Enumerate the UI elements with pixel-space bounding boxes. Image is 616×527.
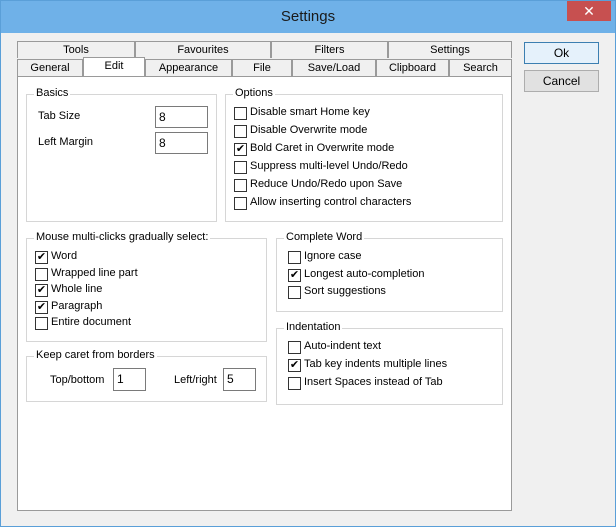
checkmark-icon: ✔ [36,300,47,313]
basics-title: Basics [34,87,71,99]
checkmark-icon: ✔ [36,251,47,263]
checkmark-icon: ✔ [36,284,47,296]
longest-auto-completion-label[interactable]: Longest auto-completion [304,268,424,280]
ok-button[interactable]: Ok [524,42,599,64]
auto-indent-text-label[interactable]: Auto-indent text [304,340,381,352]
left-right-label: Left/right [174,374,217,386]
tab-tools[interactable]: Tools [17,41,135,58]
window-title: Settings [280,8,336,25]
tab-label: Edit [104,60,124,72]
paragraph-checkbox[interactable]: ✔ [35,300,48,314]
options-title: Options [233,87,275,99]
entire-document-checkbox[interactable] [35,317,48,330]
sort-suggestions-label[interactable]: Sort suggestions [304,285,386,297]
suppress-multi-level-undo-redo-label[interactable]: Suppress multi-level Undo/Redo [250,160,408,172]
edit-tab-page: Basics Tab Size 8 Left Margin 8 Options … [17,76,512,511]
bold-caret-in-overwrite-mode-checkbox[interactable]: ✔ [234,143,247,156]
paragraph-label[interactable]: Paragraph [51,300,102,312]
tab-label: Search [463,62,498,74]
word-label[interactable]: Word [51,250,77,262]
close-icon: ✕ [583,3,595,19]
wrapped-line-part-label[interactable]: Wrapped line part [51,267,138,279]
whole-line-checkbox[interactable]: ✔ [35,284,48,297]
cancel-button[interactable]: Cancel [524,70,599,92]
tab-label: Appearance [158,62,219,74]
tab-file[interactable]: File [232,59,292,76]
checkmark-icon: ✔ [289,268,300,281]
tab-clipboard[interactable]: Clipboard [376,59,449,76]
reduce-undo-redo-upon-save-checkbox[interactable] [234,179,247,192]
tab-label: File [253,62,271,74]
sort-suggestions-checkbox[interactable] [288,286,301,299]
tab-size-input[interactable]: 8 [155,106,208,128]
tab-label: Settings [430,44,470,56]
indentation-group: Indentation Auto-indent text ✔ Tab key ind… [276,321,503,405]
tab-label: Tools [63,44,89,56]
tab-appearance[interactable]: Appearance [145,59,232,76]
tab-settings[interactable]: Settings [388,41,512,58]
tab-label: Favourites [177,44,229,56]
tab-key-indents-multiple-lines-checkbox[interactable]: ✔ [288,359,301,372]
caret-title: Keep caret from borders [34,349,157,361]
ignore-case-checkbox[interactable] [288,251,301,264]
complete-word-title: Complete Word [284,231,365,243]
top-bottom-input[interactable]: 1 [113,368,146,391]
auto-indent-text-checkbox[interactable] [288,341,301,354]
tab-search[interactable]: Search [449,59,512,76]
reduce-undo-redo-upon-save-label[interactable]: Reduce Undo/Redo upon Save [250,178,402,190]
close-button[interactable]: ✕ [567,1,611,21]
wrapped-line-part-checkbox[interactable] [35,267,48,281]
ignore-case-label[interactable]: Ignore case [304,250,361,262]
bold-caret-in-overwrite-mode-label[interactable]: Bold Caret in Overwrite mode [250,142,394,154]
complete-word-group: Complete Word Ignore case ✔ Longest auto-c… [276,231,503,312]
allow-inserting-control-characters-checkbox[interactable] [234,197,247,210]
tab-size-label: Tab Size [38,110,81,122]
allow-inserting-control-characters-label[interactable]: Allow inserting control characters [250,196,411,208]
tab-label: Filters [314,44,345,56]
word-checkbox[interactable]: ✔ [35,251,48,264]
tab-label: Clipboard [388,62,437,74]
left-right-input[interactable]: 5 [223,368,256,391]
longest-auto-completion-checkbox[interactable]: ✔ [288,268,301,282]
tab-key-indents-multiple-lines-label[interactable]: Tab key indents multiple lines [304,358,447,370]
tab-filters[interactable]: Filters [271,41,388,58]
suppress-multi-level-undo-redo-checkbox[interactable] [234,161,247,174]
disable-smart-home-key-label[interactable]: Disable smart Home key [250,106,370,118]
caret-group: Keep caret from borders Top/bottom 1 Lef… [26,349,267,402]
tab-general[interactable]: General [17,59,83,76]
tab-favourites[interactable]: Favourites [135,41,271,58]
title-bar[interactable]: Settings ✕ [1,1,615,33]
checkmark-icon: ✔ [289,359,300,371]
tab-label: General [30,62,70,74]
left-margin-label: Left Margin [38,136,94,148]
whole-line-label[interactable]: Whole line [51,283,102,295]
settings-window: Settings ✕ Tools Favourites Filters Sett… [0,0,616,527]
basics-group: Basics Tab Size 8 Left Margin 8 [26,87,217,222]
insert-spaces-instead-of-tab-label[interactable]: Insert Spaces instead of Tab [304,376,443,388]
options-group: Options Disable smart Home key Disable Ov… [225,87,503,222]
disable-smart-home-key-checkbox[interactable] [234,107,247,120]
indentation-title: Indentation [284,321,343,333]
entire-document-label[interactable]: Entire document [51,316,131,328]
insert-spaces-instead-of-tab-checkbox[interactable] [288,377,301,390]
disable-overwrite-mode-checkbox[interactable] [234,125,247,138]
tab-save-load[interactable]: Save/Load [292,59,376,76]
tab-label: Save/Load [307,62,361,74]
left-margin-input[interactable]: 8 [155,132,208,154]
tab-edit[interactable]: Edit [83,57,145,76]
mouse-title: Mouse multi-clicks gradually select: [34,231,211,243]
disable-overwrite-mode-label[interactable]: Disable Overwrite mode [250,124,367,136]
top-bottom-label: Top/bottom [50,374,105,386]
checkmark-icon: ✔ [235,143,246,155]
mouse-group: Mouse multi-clicks gradually select: ✔ Wo… [26,231,267,342]
